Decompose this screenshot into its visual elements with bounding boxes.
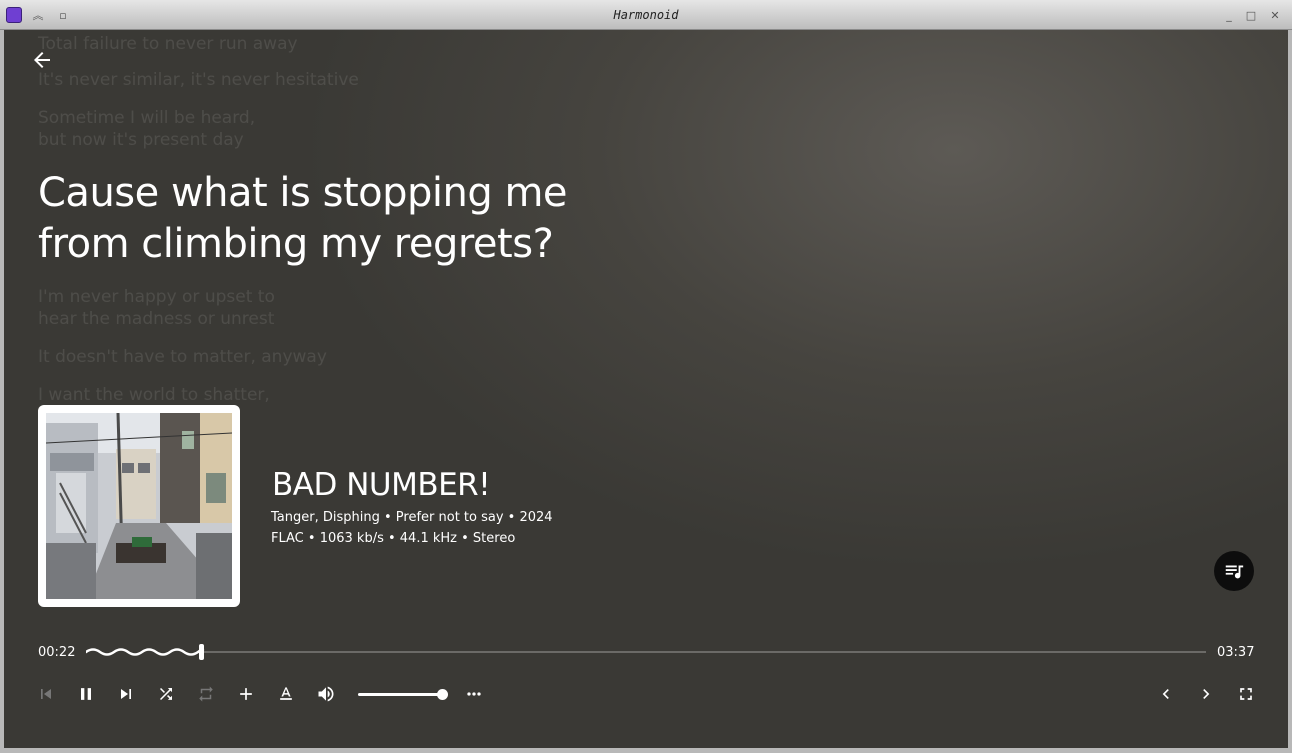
- plus-icon: [240, 688, 252, 700]
- minimize-icon[interactable]: _: [1222, 9, 1236, 23]
- album-art-image: [46, 413, 232, 599]
- volume-button[interactable]: [314, 682, 338, 706]
- fullscreen-button[interactable]: [1234, 682, 1258, 706]
- maximize-icon[interactable]: □: [1244, 9, 1258, 23]
- repeat-button[interactable]: [194, 682, 218, 706]
- queue-button[interactable]: [1214, 551, 1254, 591]
- track-info-line[interactable]: Tanger, Disphing • Prefer not to say • 2…: [271, 510, 553, 525]
- volume-slider[interactable]: [358, 693, 442, 696]
- chevron-right-icon: [1203, 689, 1210, 699]
- seek-track[interactable]: [200, 651, 1206, 653]
- volume-icon: [318, 686, 334, 702]
- next-page-button[interactable]: [1194, 682, 1218, 706]
- close-icon[interactable]: ✕: [1268, 9, 1282, 23]
- play-pause-button[interactable]: [74, 682, 98, 706]
- text-format-icon: [280, 687, 292, 700]
- seek-progress[interactable]: [86, 642, 212, 662]
- lyric-line: Sometime I will be heard, but now it's p…: [38, 108, 256, 150]
- lyrics-button[interactable]: [274, 682, 298, 706]
- shuffle-button[interactable]: [154, 682, 178, 706]
- lyric-line-current: Cause what is stopping me from climbing …: [38, 170, 568, 267]
- window-titlebar: ︽ ▫ Harmonoid _ □ ✕: [0, 0, 1292, 30]
- now-playing-screen: Total failure to never run away It's nev…: [4, 30, 1288, 748]
- window-title: Harmonoid: [613, 8, 679, 22]
- volume-slider-handle[interactable]: [437, 689, 448, 700]
- lyric-line: I'm never happy or upset to hear the mad…: [38, 287, 275, 329]
- more-button[interactable]: [462, 682, 486, 706]
- lyric-line: Total failure to never run away: [38, 34, 298, 54]
- skip-next-icon: [121, 689, 131, 699]
- repeat-icon: [199, 686, 213, 702]
- lyric-line: It's never similar, it's never hesitativ…: [38, 70, 359, 90]
- pause-icon: [81, 688, 91, 700]
- back-button[interactable]: [30, 48, 54, 72]
- queue-music-icon: [1225, 565, 1244, 579]
- window-frame-bottom: [0, 748, 1292, 753]
- arrow-left-icon: [34, 52, 50, 68]
- position-time: 00:22: [38, 645, 76, 660]
- window-frame-right: [1288, 30, 1292, 753]
- duration-time: 03:37: [1217, 645, 1255, 660]
- track-title: BAD NUMBER!: [272, 467, 491, 503]
- lyric-line: I want the world to shatter,: [38, 385, 270, 405]
- track-format-line: FLAC • 1063 kb/s • 44.1 kHz • Stereo: [271, 531, 516, 546]
- album-art[interactable]: [38, 405, 240, 607]
- seek-handle[interactable]: [199, 644, 204, 660]
- lyric-line: It doesn't have to matter, anyway: [38, 347, 327, 367]
- add-to-playlist-button[interactable]: [234, 682, 258, 706]
- previous-page-button[interactable]: [1154, 682, 1178, 706]
- next-button[interactable]: [114, 682, 138, 706]
- shuffle-icon: [160, 688, 172, 700]
- fullscreen-icon: [1240, 688, 1252, 700]
- skip-previous-icon: [41, 689, 51, 699]
- more-horiz-icon: [467, 692, 481, 696]
- chevron-left-icon: [1162, 689, 1169, 699]
- previous-button[interactable]: [34, 682, 58, 706]
